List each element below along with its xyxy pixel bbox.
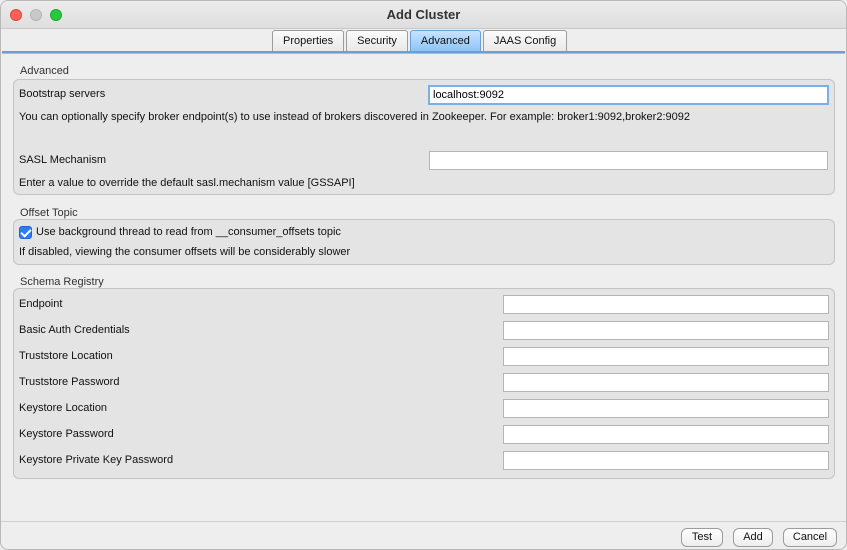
keystore-private-key-input[interactable]	[503, 451, 829, 470]
test-button[interactable]: Test	[681, 528, 723, 547]
endpoint-input[interactable]	[503, 295, 829, 314]
keystore-password-label: Keystore Password	[19, 428, 114, 440]
sasl-mechanism-input[interactable]	[429, 151, 828, 170]
truststore-password-label: Truststore Password	[19, 376, 120, 388]
title-bar: Add Cluster	[1, 1, 846, 29]
endpoint-label: Endpoint	[19, 298, 63, 310]
keystore-private-key-label: Keystore Private Key Password	[19, 454, 174, 466]
add-button[interactable]: Add	[733, 528, 773, 547]
bootstrap-servers-input[interactable]	[428, 85, 829, 105]
tab-security[interactable]: Security	[346, 30, 408, 51]
window-title: Add Cluster	[386, 7, 461, 22]
footer-divider	[1, 521, 846, 522]
bootstrap-help-text: You can optionally specify broker endpoi…	[19, 111, 690, 123]
schema-section-label: Schema Registry	[20, 276, 104, 288]
tab-underline	[2, 51, 845, 54]
offset-help-text: If disabled, viewing the consumer offset…	[19, 246, 351, 258]
keystore-location-input[interactable]	[503, 399, 829, 418]
keystore-location-label: Keystore Location	[19, 402, 108, 414]
basic-auth-label: Basic Auth Credentials	[19, 324, 130, 336]
add-cluster-dialog: Add Cluster Properties Security Advanced…	[0, 0, 847, 550]
offset-section-label: Offset Topic	[20, 207, 78, 219]
background-thread-checkbox[interactable]	[19, 226, 32, 239]
basic-auth-input[interactable]	[503, 321, 829, 340]
cancel-button[interactable]: Cancel	[783, 528, 837, 547]
sasl-help-text: Enter a value to override the default sa…	[19, 177, 355, 189]
tab-jaas-config[interactable]: JAAS Config	[482, 30, 568, 51]
keystore-password-input[interactable]	[503, 425, 829, 444]
tab-bar: Properties Security Advanced JAAS Config	[272, 30, 569, 51]
tab-advanced[interactable]: Advanced	[409, 30, 481, 51]
truststore-location-input[interactable]	[503, 347, 829, 366]
bootstrap-servers-label: Bootstrap servers	[19, 88, 106, 100]
tab-properties[interactable]: Properties	[272, 30, 345, 51]
truststore-location-label: Truststore Location	[19, 350, 113, 362]
background-thread-label[interactable]: Use background thread to read from __con…	[36, 226, 341, 238]
truststore-password-input[interactable]	[503, 373, 829, 392]
advanced-section-label: Advanced	[20, 65, 69, 77]
sasl-mechanism-label: SASL Mechanism	[19, 154, 107, 166]
